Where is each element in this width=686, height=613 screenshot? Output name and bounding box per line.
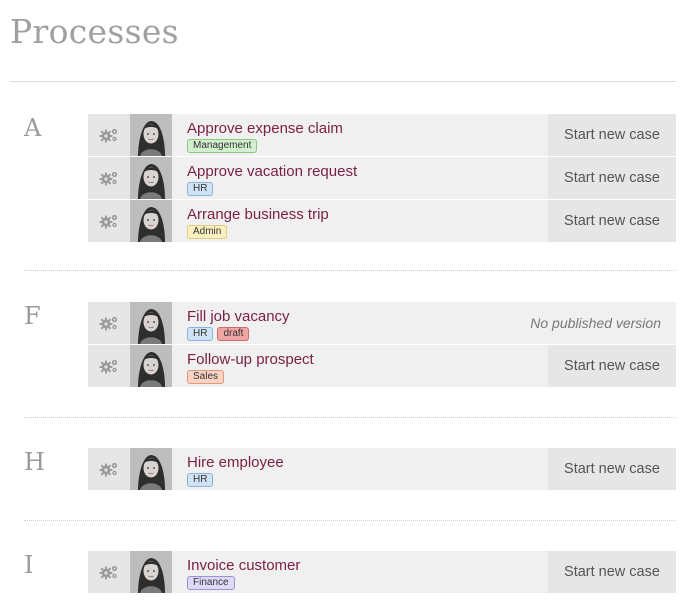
tag-list: Finance	[187, 576, 235, 590]
tag-sales[interactable]: Sales	[187, 370, 225, 384]
avatar	[130, 551, 172, 593]
process-name-link[interactable]: Fill job vacancy	[187, 308, 290, 325]
tag-admin[interactable]: Admin	[187, 225, 228, 239]
avatar	[130, 448, 172, 490]
start-new-case-button[interactable]: Start new case	[548, 448, 676, 490]
start-new-case-button[interactable]: Start new case	[548, 345, 676, 387]
tag-hr[interactable]: HR	[187, 327, 214, 341]
process-name-link[interactable]: Follow-up prospect	[187, 351, 314, 368]
tag-list: Admin	[187, 225, 228, 239]
group-letter: A	[24, 114, 42, 142]
tag-list: HR	[187, 473, 214, 487]
process-row-fill-job-vacancy: Fill job vacancy HR draft No published vers…	[88, 302, 676, 344]
start-new-case-button[interactable]: Start new case	[548, 157, 676, 199]
start-new-case-button[interactable]: Start new case	[548, 200, 676, 242]
group-letter: F	[24, 302, 41, 330]
group-letter: H	[24, 448, 45, 476]
gear-icon[interactable]	[88, 200, 130, 242]
no-published-version-text: No published version	[530, 315, 661, 331]
process-row-approve-expense-claim: Approve expense claim Management Start new…	[88, 114, 676, 156]
process-name-link[interactable]: Arrange business trip	[187, 206, 329, 223]
gear-icon[interactable]	[88, 114, 130, 156]
process-name-link[interactable]: Invoice customer	[187, 557, 300, 574]
tag-list: HR	[187, 182, 214, 196]
process-name-link[interactable]: Hire employee	[187, 454, 284, 471]
gear-icon[interactable]	[88, 157, 130, 199]
group-divider	[24, 520, 676, 521]
process-row-hire-employee: Hire employee HR Start new case	[88, 448, 676, 490]
gear-icon[interactable]	[88, 448, 130, 490]
avatar	[130, 200, 172, 242]
group-divider	[24, 417, 676, 418]
tag-finance[interactable]: Finance	[187, 576, 235, 590]
gear-icon[interactable]	[88, 551, 130, 593]
process-name-link[interactable]: Approve expense claim	[187, 120, 343, 137]
process-row-follow-up-prospect: Follow-up prospect Sales Start new case	[88, 345, 676, 387]
avatar	[130, 302, 172, 344]
start-new-case-button[interactable]: Start new case	[548, 114, 676, 156]
tag-list: HR draft	[187, 327, 250, 341]
tag-hr[interactable]: HR	[187, 182, 214, 196]
group-letter: I	[24, 551, 34, 579]
title-divider	[10, 81, 676, 82]
tag-list: Management	[187, 139, 258, 153]
process-row-arrange-business-trip: Arrange business trip Admin Start new case	[88, 200, 676, 242]
tag-list: Sales	[187, 370, 225, 384]
process-row-approve-vacation-request: Approve vacation request HR Start new case	[88, 157, 676, 199]
gear-icon[interactable]	[88, 302, 130, 344]
tag-draft[interactable]: draft	[217, 327, 250, 341]
process-row-invoice-customer: Invoice customer Finance Start new case	[88, 551, 676, 593]
avatar	[130, 157, 172, 199]
avatar	[130, 345, 172, 387]
group-divider	[24, 270, 676, 271]
tag-hr[interactable]: HR	[187, 473, 214, 487]
page-title: Processes	[10, 12, 179, 51]
tag-management[interactable]: Management	[187, 139, 258, 153]
gear-icon[interactable]	[88, 345, 130, 387]
process-name-link[interactable]: Approve vacation request	[187, 163, 357, 180]
avatar	[130, 114, 172, 156]
start-new-case-button[interactable]: Start new case	[548, 551, 676, 593]
